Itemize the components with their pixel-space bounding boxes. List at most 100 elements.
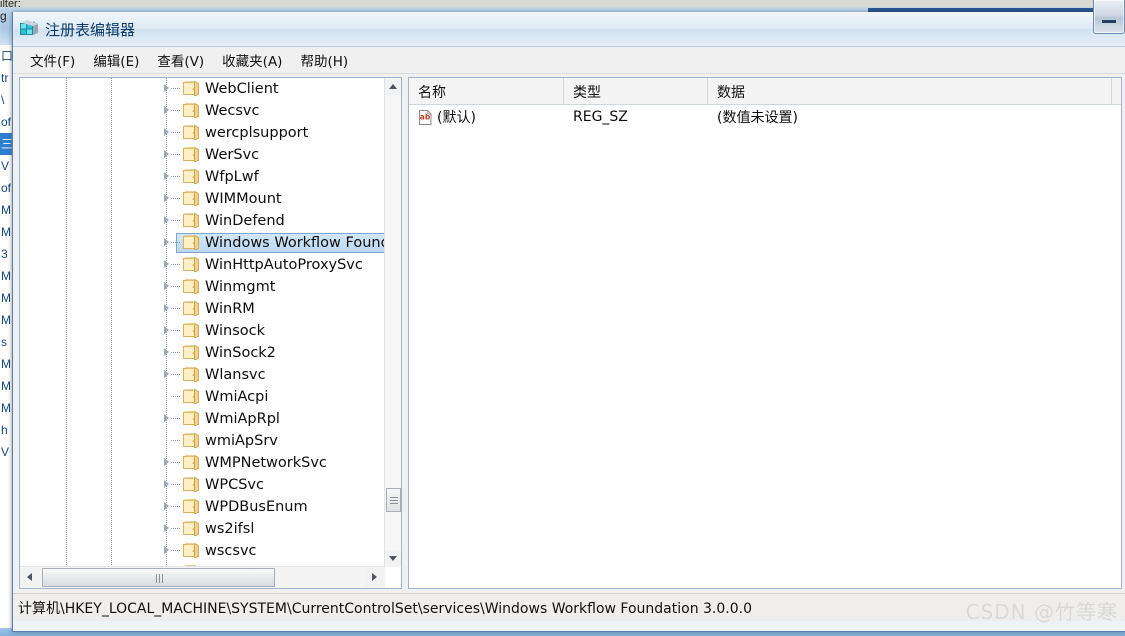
expand-arrow-icon[interactable] <box>164 216 169 224</box>
tree-item-label: WinDefend <box>205 213 285 229</box>
tree-connector-line <box>171 418 180 419</box>
tree-item[interactable]: WPCSvc <box>20 474 385 496</box>
tree-item[interactable]: WinRM <box>20 298 385 320</box>
tree-item[interactable]: WmiAcpi <box>20 386 385 408</box>
tree-vertical-scrollbar[interactable] <box>384 78 401 567</box>
background-top-text: ilter: <box>0 0 21 8</box>
tree-item[interactable]: wercplsupport <box>20 122 385 144</box>
registry-values-pane[interactable]: 名称 类型 数据 ab (默认) REG_SZ (数值未设置) <box>408 77 1122 589</box>
expand-arrow-icon[interactable] <box>164 194 169 202</box>
value-data-cell: (数值未设置) <box>717 110 798 126</box>
expand-arrow-icon[interactable] <box>164 480 169 488</box>
tree-connector-line <box>171 550 180 551</box>
folder-icon <box>183 81 199 96</box>
scroll-up-button[interactable] <box>385 78 401 95</box>
tree-connector-line <box>171 88 180 89</box>
registry-editor-icon <box>20 20 38 35</box>
tree-item-label: WPDBusEnum <box>205 499 308 515</box>
tree-item-label: wercplsupport <box>205 125 309 141</box>
tree-connector-line <box>171 506 180 507</box>
scroll-grip <box>162 574 163 583</box>
expand-arrow-icon[interactable] <box>164 414 169 422</box>
menu-item-help[interactable]: 帮助(H) <box>291 47 357 73</box>
expand-arrow-icon[interactable] <box>164 326 169 334</box>
tree-item[interactable]: ws2ifsl <box>20 518 385 540</box>
tree-item-label: Wecsvc <box>205 103 260 119</box>
expand-arrow-icon[interactable] <box>164 348 169 356</box>
expand-arrow-icon[interactable] <box>164 282 169 290</box>
title-bar[interactable]: 注册表编辑器 <box>13 0 1125 47</box>
tree-horizontal-scrollbar[interactable] <box>20 566 385 588</box>
tree-item[interactable]: WfpLwf <box>20 166 385 188</box>
tree-item[interactable]: Winsock <box>20 320 385 342</box>
tree-item-label: Wlansvc <box>205 367 266 383</box>
minimize-button[interactable] <box>1093 0 1125 34</box>
tree-item[interactable]: Wlansvc <box>20 364 385 386</box>
expand-arrow-icon[interactable] <box>164 84 169 92</box>
menu-item-file[interactable]: 文件(F) <box>21 47 84 73</box>
tree-item-label: Winsock <box>205 323 266 339</box>
tree-item[interactable]: WMPNetworkSvc <box>20 452 385 474</box>
values-list: ab (默认) REG_SZ (数值未设置) <box>409 105 1121 129</box>
scroll-grip <box>390 503 398 504</box>
expand-arrow-icon[interactable] <box>164 304 169 312</box>
expand-arrow-icon[interactable] <box>164 370 169 378</box>
expand-arrow-icon[interactable] <box>164 106 169 114</box>
expand-arrow-icon[interactable] <box>164 502 169 510</box>
tree-item[interactable]: Winmgmt <box>20 276 385 298</box>
expand-arrow-icon[interactable] <box>164 260 169 268</box>
tree-item-label: WPCSvc <box>205 477 264 493</box>
triangle-up-icon <box>389 84 397 89</box>
expand-arrow-icon[interactable] <box>164 128 169 136</box>
tree-connector-line <box>171 308 180 309</box>
expand-arrow-icon[interactable] <box>164 172 169 180</box>
folder-icon <box>183 257 199 272</box>
tree-item-label: WfpLwf <box>205 169 259 185</box>
expand-arrow-icon[interactable] <box>164 458 169 466</box>
tree-connector-line <box>171 374 180 375</box>
value-type-cell: REG_SZ <box>573 109 628 125</box>
expand-arrow-icon[interactable] <box>164 546 169 554</box>
tree-item[interactable]: Wecsvc <box>20 100 385 122</box>
expand-arrow-icon[interactable] <box>164 524 169 532</box>
table-row[interactable]: ab (默认) REG_SZ (数值未设置) <box>409 105 1121 129</box>
tree-item[interactable]: Windows Workflow Founda <box>20 232 385 254</box>
tree-item[interactable]: WinSock2 <box>20 342 385 364</box>
column-header-type[interactable]: 类型 <box>564 78 708 104</box>
scroll-grip <box>156 574 157 583</box>
tree-item[interactable]: WinDefend <box>20 210 385 232</box>
column-header-name[interactable]: 名称 <box>409 78 564 104</box>
folder-icon <box>183 389 199 404</box>
column-header-data[interactable]: 数据 <box>708 78 1112 104</box>
tree-item[interactable]: wmiApSrv <box>20 430 385 452</box>
background-top-strip <box>0 0 1125 8</box>
expand-arrow-icon[interactable] <box>164 238 169 246</box>
folder-icon <box>183 367 199 382</box>
tree-item[interactable]: WPDBusEnum <box>20 496 385 518</box>
folder-icon <box>183 323 199 338</box>
tree-connector-line <box>171 286 180 287</box>
tree-item[interactable]: WinHttpAutoProxySvc <box>20 254 385 276</box>
status-path: 计算机\HKEY_LOCAL_MACHINE\SYSTEM\CurrentCon… <box>18 600 753 617</box>
values-column-headers: 名称 类型 数据 <box>409 78 1121 105</box>
tree-connector-line <box>171 440 180 441</box>
folder-icon <box>183 301 199 316</box>
tree-item[interactable]: wscsvc <box>20 540 385 562</box>
tree-item[interactable]: WebClient <box>20 78 385 100</box>
folder-icon <box>183 103 199 118</box>
tree-connector-line <box>171 198 180 199</box>
tree-item[interactable]: WIMMount <box>20 188 385 210</box>
vertical-scroll-thumb[interactable] <box>386 488 401 512</box>
horizontal-scroll-thumb[interactable] <box>42 568 275 587</box>
registry-tree-pane[interactable]: WebClient Wecsvc wercplsupport WerSvc WfpLwf… <box>19 77 402 589</box>
menu-item-view[interactable]: 查看(V) <box>148 47 213 73</box>
menu-item-edit[interactable]: 编辑(E) <box>84 47 148 73</box>
tree-item-label: WmiAcpi <box>205 389 269 405</box>
tree-item[interactable]: WmiApRpl <box>20 408 385 430</box>
scroll-down-button[interactable] <box>385 550 401 567</box>
scroll-left-button[interactable] <box>21 568 40 587</box>
tree-item[interactable]: WerSvc <box>20 144 385 166</box>
scroll-right-button[interactable] <box>365 568 384 587</box>
menu-item-favorites[interactable]: 收藏夹(A) <box>213 47 291 73</box>
expand-arrow-icon[interactable] <box>164 150 169 158</box>
